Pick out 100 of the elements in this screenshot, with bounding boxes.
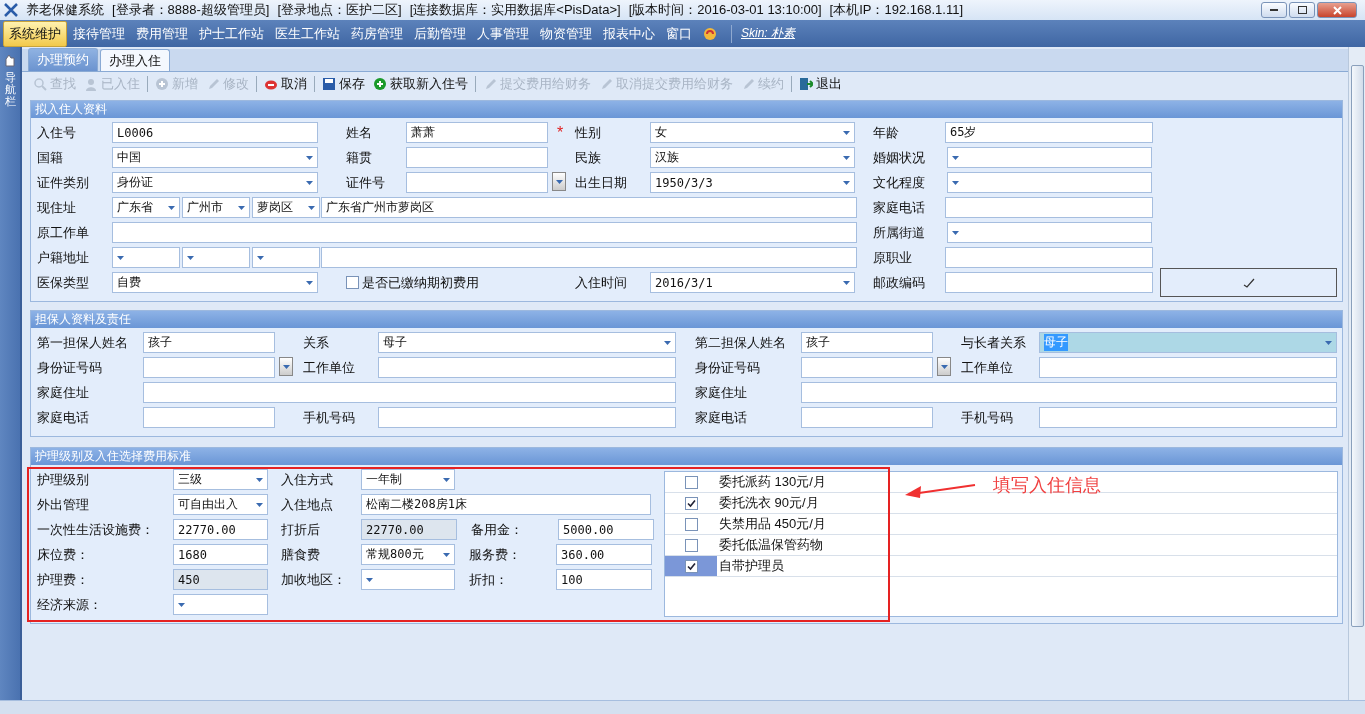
scrollbar[interactable]: [1348, 47, 1365, 700]
dropdown-field[interactable]: [252, 247, 320, 268]
checkbox[interactable]: [346, 276, 359, 289]
title-text: [版本时间：2016-03-01 13:10:00]: [628, 1, 822, 19]
text-field[interactable]: 1680: [173, 544, 268, 565]
text-field[interactable]: [406, 172, 548, 193]
dropdown-field[interactable]: [947, 172, 1152, 193]
caret-icon: [306, 155, 313, 160]
dropdown-field[interactable]: 常规800元: [361, 544, 455, 565]
text-field[interactable]: 65岁: [945, 122, 1153, 143]
menu-item[interactable]: 后勤管理: [409, 21, 471, 46]
minimize-button[interactable]: [1261, 2, 1287, 18]
menu-item[interactable]: 护士工作站: [194, 21, 269, 46]
text-field[interactable]: [378, 357, 676, 378]
text-field[interactable]: 广东省广州市萝岗区: [321, 197, 857, 218]
text-field[interactable]: [406, 147, 548, 168]
dropdown-field[interactable]: 2016/3/1: [650, 272, 855, 293]
text-field[interactable]: [945, 272, 1153, 293]
text-field[interactable]: 100: [556, 569, 652, 590]
menu-item[interactable]: 窗口: [661, 21, 697, 46]
text-field[interactable]: [801, 382, 1337, 403]
text-field[interactable]: 5000.00: [558, 519, 654, 540]
dropdown-field[interactable]: 可自由出入: [173, 494, 268, 515]
dropdown-field[interactable]: [173, 594, 268, 615]
dropdown-button[interactable]: [279, 357, 293, 376]
service-row[interactable]: 自带护理员: [665, 556, 1337, 577]
dropdown-button[interactable]: [552, 172, 566, 191]
menu-item[interactable]: 费用管理: [131, 21, 193, 46]
text-field[interactable]: [1039, 357, 1337, 378]
text-field[interactable]: L0006: [112, 122, 318, 143]
menu-item[interactable]: 物资管理: [535, 21, 597, 46]
checkbox[interactable]: [684, 496, 698, 510]
text-field[interactable]: [801, 407, 933, 428]
caret-icon: [952, 180, 959, 185]
dropdown-field[interactable]: 广州市: [182, 197, 250, 218]
dropdown-field[interactable]: 广东省: [112, 197, 180, 218]
text-field[interactable]: [143, 407, 275, 428]
dropdown-field[interactable]: 母子: [378, 332, 676, 353]
skin-link[interactable]: Skin: 朴素: [741, 25, 795, 42]
dropdown-field[interactable]: 女: [650, 122, 855, 143]
toolbar-button[interactable]: 退出: [796, 74, 845, 94]
pencil-icon: [206, 77, 220, 91]
dropdown-field[interactable]: [947, 222, 1152, 243]
dropdown-field[interactable]: 中国: [112, 147, 318, 168]
menu-item[interactable]: 接待管理: [68, 21, 130, 46]
dropdown-button[interactable]: [937, 357, 951, 376]
service-row[interactable]: 失禁用品 450元/月: [665, 514, 1337, 535]
text-field[interactable]: 孩子: [801, 332, 933, 353]
caret-icon: [306, 280, 313, 285]
dropdown-field[interactable]: [947, 147, 1152, 168]
menu-item[interactable]: 系统维护: [3, 20, 67, 47]
checkbox[interactable]: [684, 475, 698, 489]
text-field[interactable]: [321, 247, 857, 268]
text-field[interactable]: [378, 407, 676, 428]
service-row[interactable]: 委托洗衣 90元/月: [665, 493, 1337, 514]
dropdown-field[interactable]: 萝岗区: [252, 197, 320, 218]
service-row[interactable]: 委托低温保管药物: [665, 535, 1337, 556]
text-field[interactable]: [945, 197, 1153, 218]
text-field[interactable]: [143, 382, 676, 403]
caret-icon: [443, 477, 450, 482]
dropdown-field[interactable]: [361, 569, 455, 590]
text-field[interactable]: [112, 222, 857, 243]
dropdown-field[interactable]: 一年制: [361, 469, 455, 490]
dropdown-field[interactable]: 1950/3/3: [650, 172, 855, 193]
menu-item[interactable]: 人事管理: [472, 21, 534, 46]
close-button[interactable]: [1317, 2, 1357, 18]
toolbar-button[interactable]: 保存: [319, 74, 368, 94]
text-field[interactable]: 萧萧: [406, 122, 548, 143]
dropdown-field[interactable]: 汉族: [650, 147, 855, 168]
checkbox[interactable]: [684, 538, 698, 552]
menu-item[interactable]: 报表中心: [598, 21, 660, 46]
menu-item[interactable]: 医生工作站: [270, 21, 345, 46]
text-field[interactable]: [143, 357, 275, 378]
dropdown-field[interactable]: 身份证: [112, 172, 318, 193]
caret-icon: [952, 155, 959, 160]
dropdown-field[interactable]: 自费: [112, 272, 318, 293]
dropdown-field[interactable]: [112, 247, 180, 268]
sidebar-label[interactable]: 导航栏: [4, 71, 16, 108]
toolbar-button[interactable]: 取消: [261, 74, 310, 94]
close-icon: [1332, 5, 1342, 15]
tab[interactable]: 办理入住: [100, 49, 170, 71]
text-field[interactable]: 松南二楼208房1床: [361, 494, 651, 515]
text-field[interactable]: 孩子: [143, 332, 275, 353]
text-field[interactable]: [945, 247, 1153, 268]
menu-item[interactable]: 药房管理: [346, 21, 408, 46]
maximize-button[interactable]: [1289, 2, 1315, 18]
confirm-button[interactable]: [1160, 268, 1337, 297]
checkbox[interactable]: [684, 559, 698, 573]
text-field[interactable]: [801, 357, 933, 378]
dropdown-field[interactable]: 三级: [173, 469, 268, 490]
field-label: 家庭电话: [873, 198, 926, 217]
checkbox[interactable]: [684, 517, 698, 531]
text-field[interactable]: 360.00: [556, 544, 652, 565]
caret-icon: [256, 502, 263, 507]
text-field[interactable]: [1039, 407, 1337, 428]
toolbar-button[interactable]: 获取新入住号: [370, 74, 471, 94]
dropdown-field[interactable]: [182, 247, 250, 268]
text-field[interactable]: 22770.00: [173, 519, 268, 540]
field-label: 身份证号码: [695, 358, 761, 377]
field-label: 入住号: [37, 123, 77, 142]
